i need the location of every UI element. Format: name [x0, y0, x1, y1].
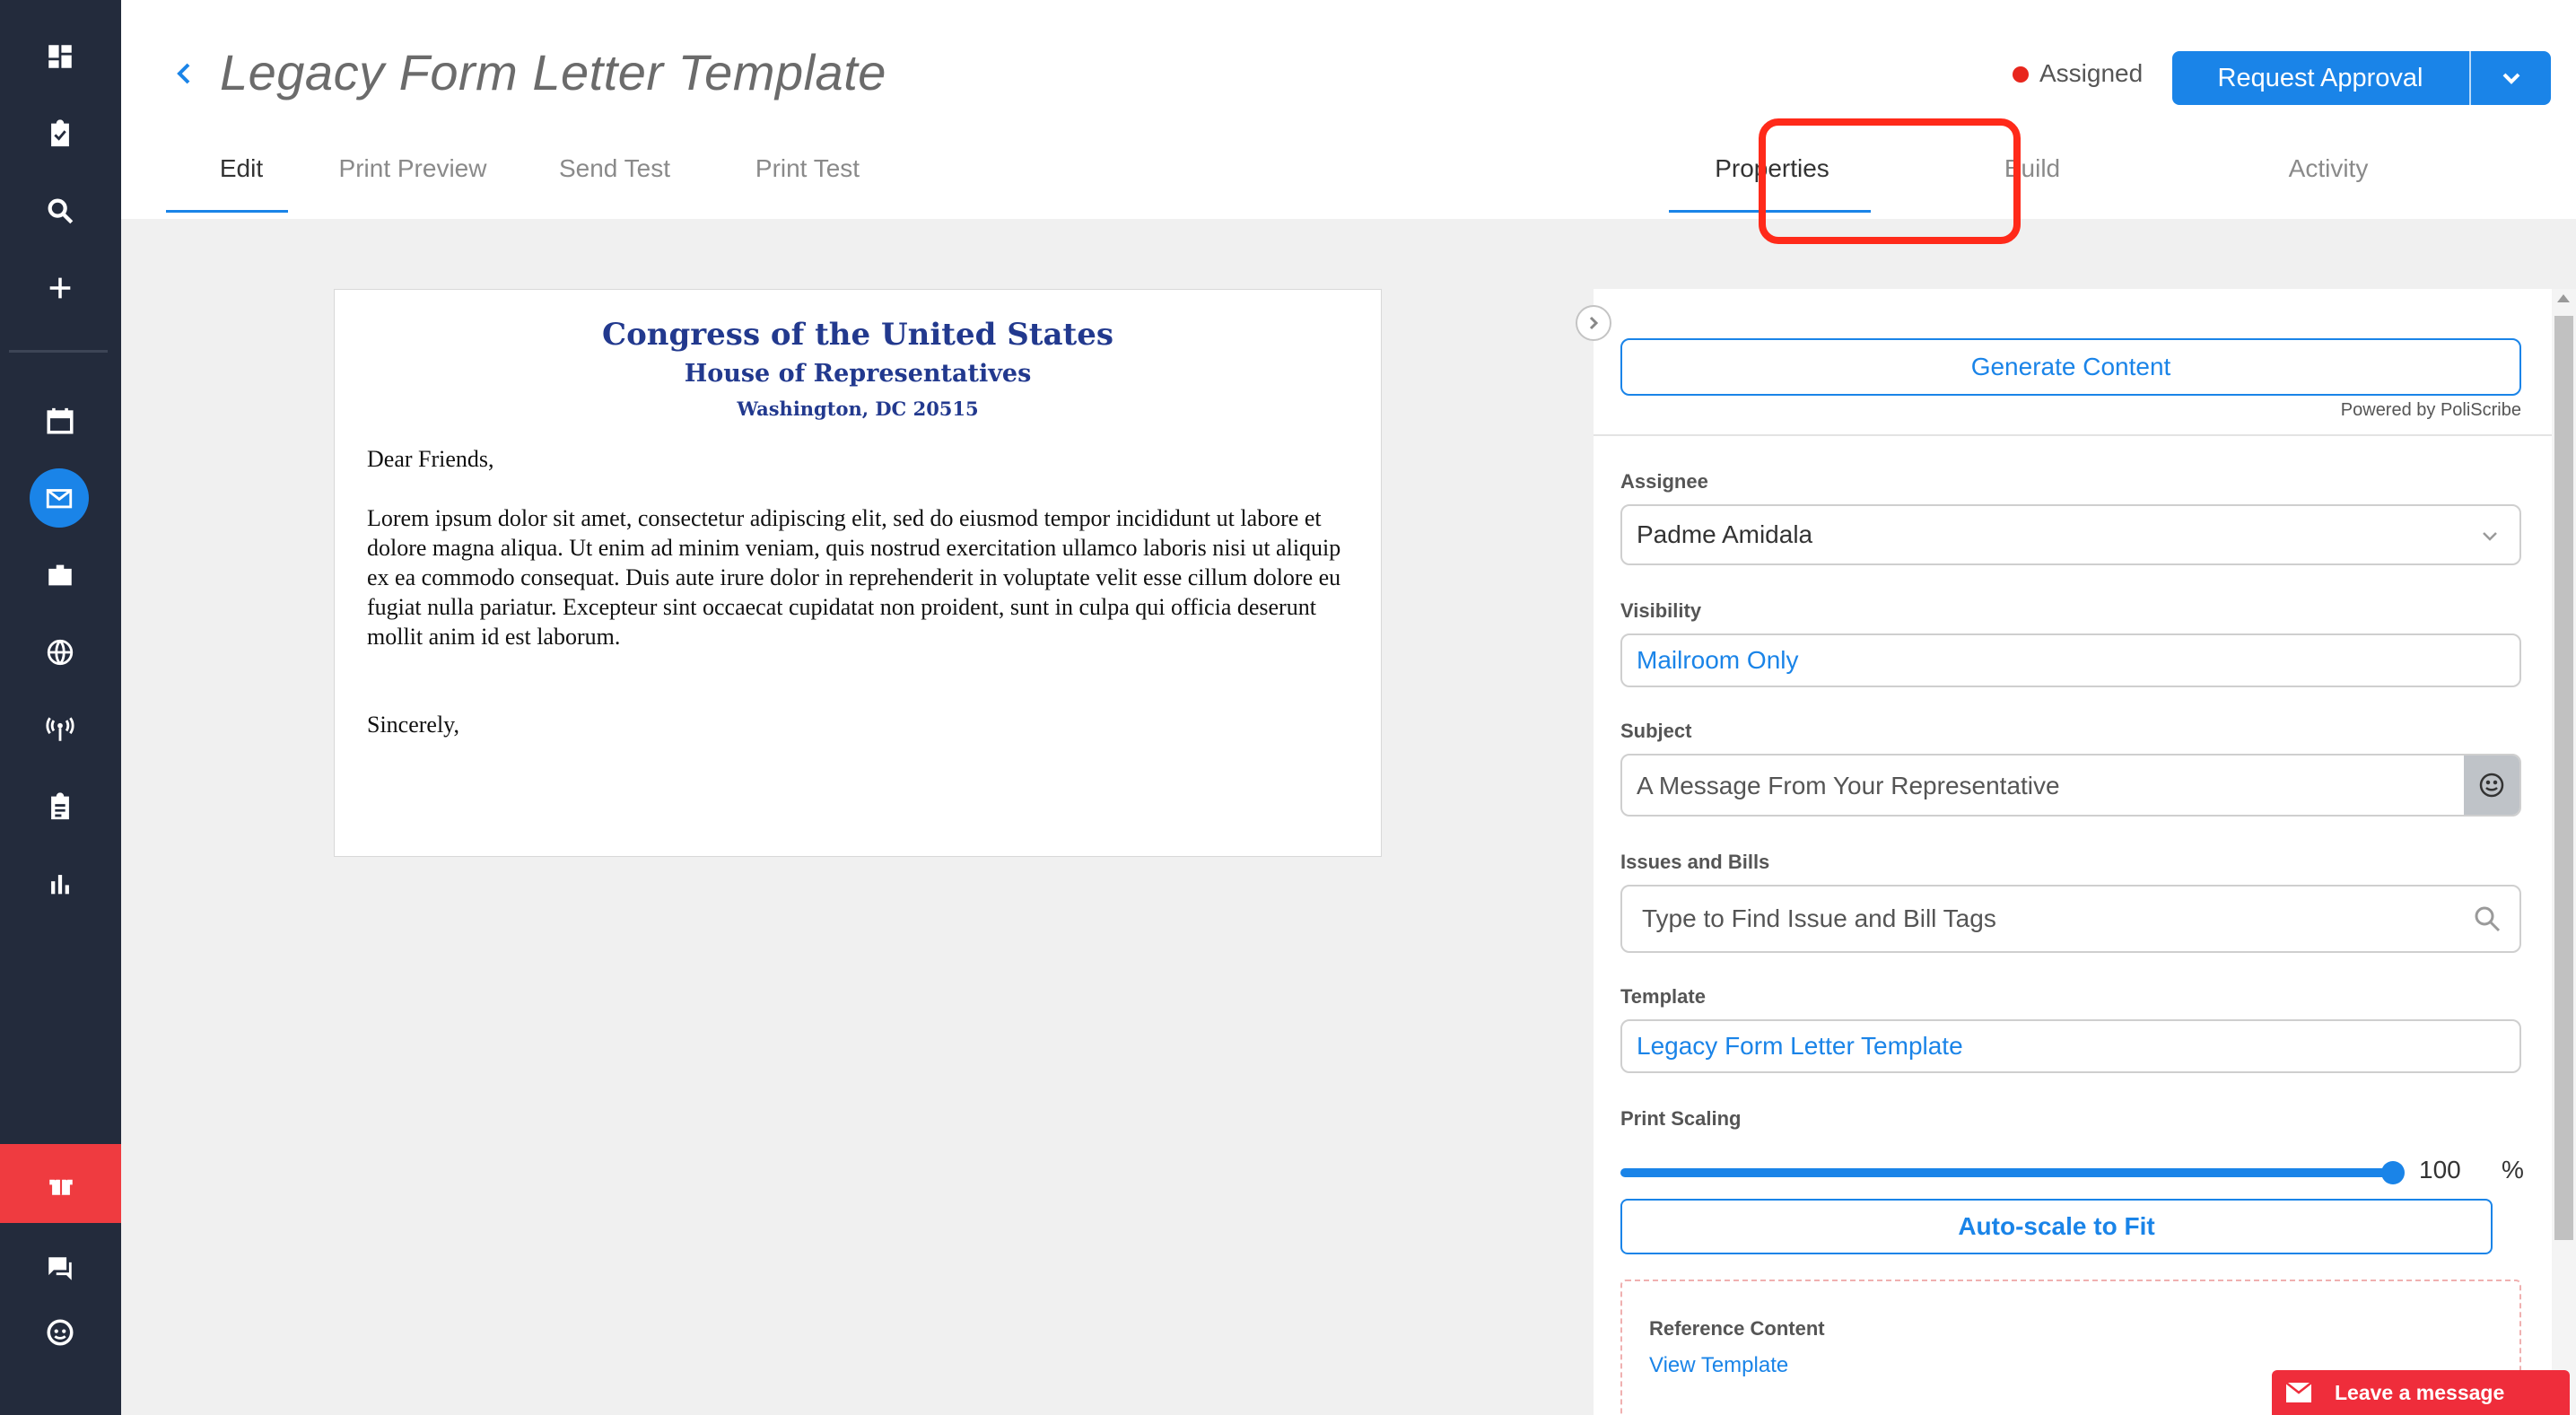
template-field[interactable]: Legacy Form Letter Template — [1620, 1019, 2521, 1073]
sidebar — [0, 0, 121, 1415]
tab-print-test[interactable]: Print Test — [736, 154, 879, 183]
briefcase-icon[interactable] — [31, 546, 90, 605]
chevron-right-icon — [1589, 316, 1599, 330]
subject-label: Subject — [1620, 720, 1692, 742]
panel-scrollbar[interactable] — [2552, 289, 2576, 1415]
letterhead-title: Congress of the United States — [602, 317, 1113, 353]
issues-placeholder: Type to Find Issue and Bill Tags — [1642, 904, 1996, 932]
letter-body: Lorem ipsum dolor sit amet, consectetur … — [367, 505, 1341, 650]
print-scaling-slider[interactable] — [1620, 1168, 2394, 1177]
status-dot — [2013, 66, 2029, 83]
visibility-label: Visibility — [1620, 599, 1702, 622]
print-scaling-value: 100 — [2419, 1156, 2461, 1184]
mail-icon[interactable] — [30, 468, 89, 528]
letter-preview: Congress of the United States House of R… — [334, 289, 1382, 857]
chevron-down-icon — [2480, 526, 2500, 546]
issues-search-input[interactable]: Type to Find Issue and Bill Tags — [1620, 885, 2521, 953]
leave-message-label: Leave a message — [2335, 1380, 2505, 1404]
calendar-icon[interactable] — [31, 391, 90, 450]
envelope-icon — [2272, 1370, 2326, 1415]
chat-icon[interactable] — [31, 1239, 90, 1298]
request-approval-button[interactable]: Request Approval — [2172, 51, 2468, 105]
subject-value: A Message From Your Representative — [1637, 772, 2060, 799]
assignee-select[interactable]: Padme Amidala — [1620, 504, 2521, 565]
assignee-value: Padme Amidala — [1637, 520, 1813, 548]
tab-print-preview[interactable]: Print Preview — [323, 154, 502, 183]
scroll-up-arrow-icon[interactable] — [2557, 294, 2570, 302]
template-label: Template — [1620, 985, 1706, 1008]
globe-icon[interactable] — [31, 623, 90, 682]
tab-edit-underline — [166, 210, 288, 213]
page-header: Legacy Form Letter Template Assigned Req… — [121, 0, 2576, 244]
gift-icon — [48, 1174, 73, 1195]
emoji-icon — [2479, 773, 2504, 798]
gift-button[interactable] — [0, 1144, 121, 1223]
letterhead-address: Washington, DC 20515 — [737, 397, 979, 420]
properties-highlight — [1759, 118, 2021, 244]
status-badge: Assigned — [2039, 59, 2144, 87]
add-icon[interactable] — [31, 258, 90, 318]
search-icon[interactable] — [31, 181, 90, 240]
visibility-value: Mailroom Only — [1637, 646, 1799, 674]
chevron-down-icon — [2502, 73, 2519, 84]
search-icon — [2473, 904, 2502, 933]
dashboard-icon[interactable] — [31, 27, 90, 86]
print-scaling-unit: % — [2502, 1156, 2524, 1184]
reference-content-title: Reference Content — [1649, 1317, 1825, 1340]
letterhead-subtitle: House of Representatives — [684, 360, 1032, 388]
leave-message-button[interactable]: Leave a message — [2272, 1370, 2570, 1415]
tab-send-test[interactable]: Send Test — [543, 154, 686, 183]
letter-greeting: Dear Friends, — [367, 446, 494, 472]
chart-icon[interactable] — [31, 854, 90, 913]
issues-label: Issues and Bills — [1620, 851, 1770, 873]
view-template-link[interactable]: View Template — [1649, 1353, 1788, 1378]
assignee-label: Assignee — [1620, 470, 1708, 493]
panel-divider — [1594, 434, 2552, 436]
visibility-field[interactable]: Mailroom Only — [1620, 633, 2521, 687]
collapse-panel-button[interactable] — [1576, 305, 1611, 341]
print-scaling-slider-handle[interactable] — [2381, 1161, 2405, 1184]
autoscale-button[interactable]: Auto-scale to Fit — [1620, 1199, 2493, 1254]
request-approval-button-group: Request Approval — [2172, 51, 2551, 105]
template-value: Legacy Form Letter Template — [1637, 1032, 1963, 1060]
subject-input[interactable]: A Message From Your Representative — [1620, 754, 2521, 817]
powered-by-label: Powered by PoliScribe — [2340, 400, 2521, 420]
back-arrow-icon[interactable] — [170, 56, 197, 92]
scrollbar-thumb[interactable] — [2554, 316, 2573, 1240]
tab-edit[interactable]: Edit — [205, 154, 277, 183]
task-icon[interactable] — [31, 104, 90, 163]
emoji-button[interactable] — [2464, 756, 2519, 815]
tab-activity[interactable]: Activity — [2266, 154, 2391, 183]
letter-closing: Sincerely, — [367, 712, 459, 738]
request-approval-dropdown[interactable] — [2471, 51, 2551, 105]
sidebar-divider — [9, 350, 108, 353]
page-title: Legacy Form Letter Template — [220, 44, 886, 100]
print-scaling-label: Print Scaling — [1620, 1107, 1742, 1130]
clipboard-icon[interactable] — [31, 777, 90, 836]
properties-panel: Generate Content Powered by PoliScribe A… — [1594, 289, 2552, 1415]
face-icon[interactable] — [31, 1303, 90, 1362]
generate-content-button[interactable]: Generate Content — [1620, 338, 2521, 396]
broadcast-icon[interactable] — [31, 700, 90, 759]
